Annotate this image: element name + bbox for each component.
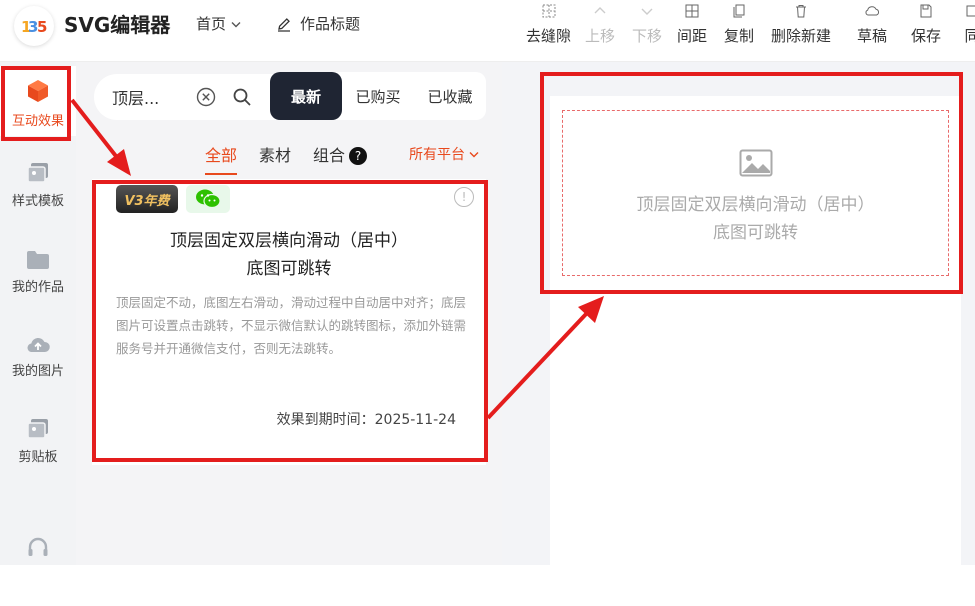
app-title: SVG编辑器 — [64, 13, 171, 37]
spacing-icon — [685, 4, 699, 18]
sidebar-item-style-templates[interactable]: 样式模板 — [0, 162, 76, 232]
search-input[interactable]: 顶层... — [112, 85, 182, 109]
sidebar-item-label: 我的作品 — [11, 280, 64, 295]
sidebar-item-my-works[interactable]: 我的作品 — [0, 250, 76, 320]
tab-all[interactable]: 全部 — [205, 142, 238, 175]
sidebar-item-support[interactable] — [0, 536, 76, 606]
delete-new-label: 删除新建 — [771, 27, 832, 45]
sidebar-item-label: 剪贴板 — [18, 450, 58, 465]
move-up-label: 上移 — [585, 27, 616, 45]
clear-icon[interactable] — [196, 87, 216, 107]
cloud-upload-icon — [27, 337, 50, 352]
app-logo[interactable]: 1 3 5 — [14, 6, 54, 46]
delete-new-button[interactable]: 删除新建 — [771, 0, 831, 62]
move-down-button[interactable]: 下移 — [632, 0, 662, 62]
segment-purchased[interactable]: 已购买 — [342, 72, 414, 120]
grid-icon — [542, 4, 555, 18]
sync-label: 同 — [964, 27, 975, 45]
copy-button[interactable]: 复制 — [724, 0, 754, 62]
spacing-button[interactable]: 间距 — [677, 0, 707, 62]
sidebar-item-label: 互动效果 — [11, 114, 64, 129]
move-down-label: 下移 — [632, 27, 663, 45]
effect-placeholder[interactable]: 顶层固定双层横向滑动（居中） 底图可跳转 — [562, 110, 949, 276]
home-menu[interactable]: 首页 — [196, 13, 241, 34]
draft-label: 草稿 — [857, 27, 888, 45]
wechat-badge — [186, 185, 230, 213]
work-title-label: 作品标题 — [300, 15, 361, 33]
sort-segmented-control: 最新 已购买 已收藏 — [270, 72, 486, 120]
sidebar-item-label: 我的图片 — [11, 364, 64, 379]
sync-button[interactable]: 同 — [964, 0, 975, 62]
folder-icon — [27, 251, 49, 269]
v3-annual-badge: V3年费 — [116, 185, 178, 213]
chevron-up-icon — [594, 7, 606, 14]
save-icon — [920, 4, 932, 18]
move-up-button[interactable]: 上移 — [585, 0, 615, 62]
card-title-line1: 顶层固定双层横向滑动（居中） — [170, 231, 408, 251]
cube-icon — [28, 80, 48, 102]
top-bar: 1 3 5 SVG编辑器 首页 作品标题 去缝隙 上移 下移 间距 复制 删除新… — [0, 0, 975, 62]
placeholder-line1: 顶层固定双层横向滑动（居中） — [636, 195, 875, 215]
tab-combos-label: 组合 — [313, 146, 346, 165]
work-title[interactable]: 作品标题 — [276, 13, 360, 34]
chevron-down-icon — [641, 8, 653, 15]
draft-button[interactable]: 草稿 — [857, 0, 887, 62]
home-menu-label: 首页 — [196, 15, 227, 33]
filter-tabs: 全部 素材 组合? 所有平台 — [76, 138, 502, 176]
chevron-down-icon — [469, 152, 479, 158]
segment-favorited[interactable]: 已收藏 — [414, 72, 486, 120]
left-sidebar: 互动效果 样式模板 我的作品 我的图片 剪贴板 — [0, 62, 76, 565]
tab-materials[interactable]: 素材 — [259, 142, 291, 166]
info-icon[interactable]: ! — [454, 187, 474, 207]
svg-text:5: 5 — [37, 18, 47, 36]
template-icon — [27, 163, 48, 183]
sidebar-item-clipboard[interactable]: 剪贴板 — [0, 418, 76, 488]
sync-icon — [966, 5, 975, 17]
sidebar-item-my-images[interactable]: 我的图片 — [0, 334, 76, 404]
logo-icon: 1 3 5 — [21, 18, 47, 36]
card-expiry: 效果到期时间：2025-11-24 — [276, 412, 456, 428]
effect-card[interactable]: V3年费 ! 顶层固定双层横向滑动（居中） 底图可跳转 顶层固定不动，底图左右滑… — [92, 179, 486, 465]
image-icon — [739, 149, 772, 177]
segment-latest[interactable]: 最新 — [270, 72, 342, 120]
clipboard-icon — [27, 419, 48, 439]
tab-combos[interactable]: 组合? — [313, 142, 368, 166]
sidebar-item-label: 样式模板 — [11, 194, 64, 209]
card-description: 顶层固定不动，底图左右滑动，滑动过程中自动居中对齐；底层图片可设置点击跳转，不显… — [116, 295, 467, 356]
pencil-icon — [278, 17, 290, 32]
platform-filter-label: 所有平台 — [409, 147, 465, 163]
help-icon[interactable]: ? — [349, 147, 368, 165]
save-label: 保存 — [911, 27, 942, 45]
copy-icon — [733, 4, 745, 18]
wechat-icon — [196, 189, 221, 209]
card-title-line2: 底图可跳转 — [246, 259, 332, 279]
placeholder-line2: 底图可跳转 — [713, 223, 798, 243]
effects-panel: 顶层... 最新 已购买 已收藏 全部 素材 组合? 所有平台 V3年费 ! 顶… — [76, 62, 502, 565]
copy-label: 复制 — [724, 27, 755, 45]
spacing-label: 间距 — [677, 27, 708, 45]
gap-remove-button[interactable]: 去缝隙 — [526, 0, 571, 62]
placeholder-text: 顶层固定双层横向滑动（居中） 底图可跳转 — [637, 191, 875, 247]
cloud-icon — [865, 6, 880, 16]
save-button[interactable]: 保存 — [911, 0, 941, 62]
chevron-down-icon — [231, 22, 241, 28]
trash-icon — [796, 5, 806, 18]
card-title: 顶层固定双层横向滑动（居中） 底图可跳转 — [92, 227, 486, 283]
search-icon[interactable] — [232, 87, 252, 107]
headset-icon — [28, 537, 48, 556]
sidebar-item-interactive-effects[interactable]: 互动效果 — [0, 66, 76, 136]
platform-filter[interactable]: 所有平台 — [409, 144, 479, 164]
gap-remove-label: 去缝隙 — [526, 27, 572, 45]
